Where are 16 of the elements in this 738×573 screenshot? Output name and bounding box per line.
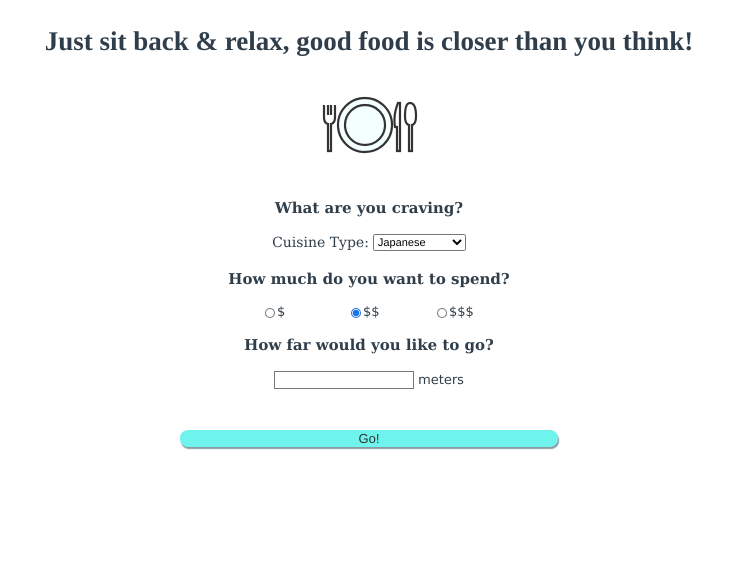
- price-radio[interactable]: [437, 308, 447, 318]
- go-button[interactable]: Go!: [180, 430, 558, 447]
- distance-field[interactable]: [274, 371, 414, 389]
- price-label: $$$: [449, 305, 474, 320]
- cuisine-dropdown[interactable]: Japanese: [372, 234, 466, 251]
- price-label: $: [277, 305, 286, 320]
- section-heading: How far would you like to go?: [244, 336, 494, 354]
- page-heading: Just sit back & relax, good food is closer than you think!: [44, 26, 694, 57]
- section-heading: What are you craving?: [274, 199, 464, 217]
- price-radio[interactable]: [265, 308, 275, 318]
- plate-cutlery-icon: [320, 95, 418, 155]
- unit-label: meters: [418, 372, 464, 388]
- section-heading: How much do you want to spend?: [228, 270, 510, 288]
- cuisine-label: Cuisine Type:: [272, 234, 369, 250]
- price-label: $$: [363, 305, 380, 320]
- price-radio[interactable]: [351, 308, 361, 318]
